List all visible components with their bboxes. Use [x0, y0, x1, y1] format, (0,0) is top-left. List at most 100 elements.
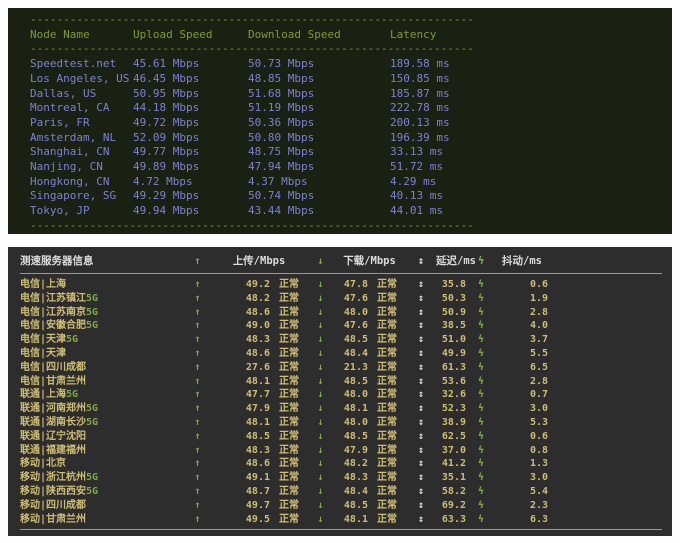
up-arrow-icon: ↑	[185, 306, 210, 320]
down-arrow-icon: ↓	[308, 402, 333, 416]
download-status: 正常	[368, 375, 406, 389]
up-arrow-icon: ↑	[185, 388, 210, 402]
lightning-icon: ϟ	[466, 319, 496, 333]
upload-value: 47.7	[210, 388, 270, 402]
download-value: 48.4	[333, 485, 368, 499]
server-5g-tag: 5G	[86, 403, 98, 414]
speedtest-rows: Speedtest.net 45.61 Mbps 50.73 Mbps 189.…	[30, 57, 666, 219]
download-status: 正常	[368, 347, 406, 361]
updown-arrow-icon: ↕	[406, 416, 436, 430]
upload-value: 48.2	[210, 292, 270, 306]
jitter-value: 2.8	[496, 375, 548, 389]
download-speed: 4.37 Mbps	[248, 175, 390, 190]
upload-speed: 49.89 Mbps	[133, 160, 248, 175]
server-name: 电信|甘肃兰州	[20, 375, 185, 389]
lightning-icon: ϟ	[466, 361, 496, 375]
server-5g-tag: 5G	[86, 486, 98, 497]
latency-value: 41.2	[436, 457, 466, 471]
server-row: 电信|上海 ↑ 49.2 正常 ↓ 47.8 正常 ↕ 35.8 ϟ 0.6	[20, 278, 662, 292]
server-name-text: 移动|甘肃兰州	[20, 514, 86, 525]
speedtest-row: Tokyo, JP 49.94 Mbps 43.44 Mbps 44.01 ms	[30, 204, 666, 219]
server-row: 电信|江苏镇江5G ↑ 48.2 正常 ↓ 47.6 正常 ↕ 50.3 ϟ 1…	[20, 292, 662, 306]
down-arrow-icon: ↓	[308, 457, 333, 471]
up-arrow-icon: ↑	[185, 457, 210, 471]
server-5g-tag: 5G	[66, 334, 78, 345]
server-row: 移动|陕西西安5G ↑ 48.7 正常 ↓ 48.4 正常 ↕ 58.2 ϟ 5…	[20, 485, 662, 499]
download-status: 正常	[368, 402, 406, 416]
node-name: Amsterdam, NL	[30, 131, 133, 146]
upload-value: 49.1	[210, 471, 270, 485]
down-arrow-icon: ↓	[308, 388, 333, 402]
node-name: Paris, FR	[30, 116, 133, 131]
column-header-download: 下载/Mbps	[333, 253, 406, 270]
server-name-text: 电信|天津	[20, 348, 66, 359]
server-name-text: 电信|江苏镇江	[20, 293, 86, 304]
server-name: 移动|甘肃兰州	[20, 513, 185, 527]
column-header-upload: 上传/Mbps	[210, 253, 308, 270]
server-name: 联通|辽宁沈阳	[20, 430, 185, 444]
latency-value: 63.3	[436, 513, 466, 527]
down-arrow-icon: ↓	[308, 306, 333, 320]
server-name: 联通|河南郑州5G	[20, 402, 185, 416]
up-arrow-icon: ↑	[185, 430, 210, 444]
server-row: 电信|江苏南京5G ↑ 48.6 正常 ↓ 48.0 正常 ↕ 50.9 ϟ 2…	[20, 306, 662, 320]
download-status: 正常	[368, 444, 406, 458]
upload-status: 正常	[270, 485, 308, 499]
server-5g-tag: 5G	[86, 472, 98, 483]
node-name: Nanjing, CN	[30, 160, 133, 175]
upload-speed: 45.61 Mbps	[133, 57, 248, 72]
server-5g-tag: 5G	[86, 320, 98, 331]
latency-value: 50.9	[436, 306, 466, 320]
updown-arrow-icon: ↕	[406, 485, 436, 499]
latency-value: 52.3	[436, 402, 466, 416]
server-name: 联通|福建福州	[20, 444, 185, 458]
latency-value: 185.87 ms	[390, 87, 666, 102]
upload-status: 正常	[270, 361, 308, 375]
updown-arrow-icon: ↕	[406, 375, 436, 389]
column-header-jitter: 抖动/ms	[496, 253, 548, 270]
download-status: 正常	[368, 278, 406, 292]
server-name: 电信|江苏南京5G	[20, 306, 185, 320]
lightning-icon: ϟ	[466, 485, 496, 499]
upload-speed: 50.95 Mbps	[133, 87, 248, 102]
separator-line: ----------------------------------------…	[30, 13, 666, 28]
up-arrow-icon: ↑	[185, 444, 210, 458]
download-status: 正常	[368, 513, 406, 527]
updown-arrow-icon: ↕	[406, 361, 436, 375]
server-row: 移动|北京 ↑ 48.6 正常 ↓ 48.2 正常 ↕ 41.2 ϟ 1.3	[20, 457, 662, 471]
up-arrow-icon: ↑	[185, 253, 210, 270]
download-speed: 50.80 Mbps	[248, 131, 390, 146]
upload-value: 48.6	[210, 306, 270, 320]
server-name: 电信|四川成都	[20, 361, 185, 375]
download-speed: 48.75 Mbps	[248, 145, 390, 160]
download-value: 48.5	[333, 375, 368, 389]
lightning-icon: ϟ	[466, 375, 496, 389]
latency-value: 38.5	[436, 319, 466, 333]
up-arrow-icon: ↑	[185, 375, 210, 389]
download-speed: 50.73 Mbps	[248, 57, 390, 72]
china-table-header-row: 测速服务器信息 ↑ 上传/Mbps ↓ 下载/Mbps ↕ 延迟/ms ϟ 抖动…	[20, 253, 662, 270]
upload-status: 正常	[270, 333, 308, 347]
lightning-icon: ϟ	[466, 457, 496, 471]
node-name: Tokyo, JP	[30, 204, 133, 219]
separator-line: ----------------------------------------…	[30, 219, 666, 234]
speedtest-row: Hongkong, CN 4.72 Mbps 4.37 Mbps 4.29 ms	[30, 175, 666, 190]
column-header-latency: Latency	[390, 28, 666, 43]
updown-arrow-icon: ↕	[406, 278, 436, 292]
upload-value: 48.1	[210, 416, 270, 430]
up-arrow-icon: ↑	[185, 471, 210, 485]
updown-arrow-icon: ↕	[406, 253, 436, 270]
node-name: Montreal, CA	[30, 101, 133, 116]
server-name-text: 电信|安徽合肥	[20, 320, 86, 331]
jitter-value: 4.0	[496, 319, 548, 333]
server-name: 移动|浙江杭州5G	[20, 471, 185, 485]
down-arrow-icon: ↓	[308, 319, 333, 333]
server-row: 联通|河南郑州5G ↑ 47.9 正常 ↓ 48.1 正常 ↕ 52.3 ϟ 3…	[20, 402, 662, 416]
column-header-upload-speed: Upload Speed	[133, 28, 248, 43]
down-arrow-icon: ↓	[308, 361, 333, 375]
server-row: 联通|福建福州 ↑ 48.3 正常 ↓ 47.9 正常 ↕ 37.0 ϟ 0.8	[20, 444, 662, 458]
server-name: 移动|北京	[20, 457, 185, 471]
upload-speed: 49.29 Mbps	[133, 189, 248, 204]
server-name-text: 移动|四川成都	[20, 500, 86, 511]
download-value: 48.1	[333, 513, 368, 527]
